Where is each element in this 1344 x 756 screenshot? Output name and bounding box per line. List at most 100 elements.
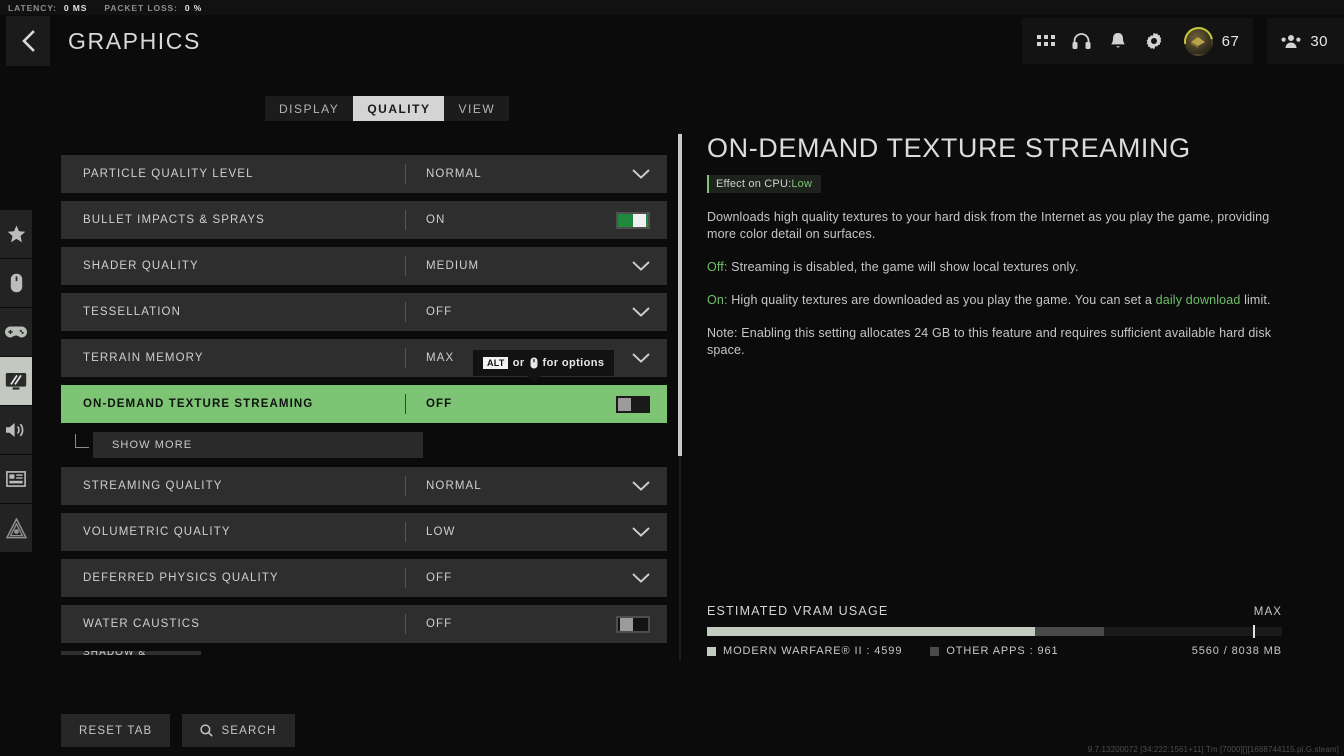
setting-value: OFF (426, 306, 453, 318)
on-text-a: High quality textures are downloaded as … (727, 293, 1156, 307)
chevron-left-icon (22, 30, 35, 52)
off-label: Off: (707, 260, 728, 274)
reset-tab-button[interactable]: RESET TAB (61, 714, 171, 747)
bell-icon[interactable] (1108, 31, 1128, 51)
rail-item-controller[interactable] (0, 308, 32, 356)
tooltip-conjunction: or (512, 357, 525, 369)
setting-value: OFF (426, 398, 453, 410)
gear-icon[interactable] (1144, 31, 1164, 51)
setting-value: NORMAL (426, 168, 482, 180)
setting-label: SHADOW & LIGHTING (61, 651, 201, 655)
accessibility-icon (5, 517, 27, 538)
alt-key-badge: ALT (483, 357, 508, 369)
legend-other-apps: OTHER APPS : 961 (930, 645, 1058, 657)
setting-row-water-caustics[interactable]: WATER CAUSTICS OFF (61, 605, 667, 643)
setting-label: ON-DEMAND TEXTURE STREAMING (83, 398, 314, 410)
back-button[interactable] (6, 16, 50, 66)
rail-item-graphics[interactable] (0, 357, 32, 405)
category-rail (0, 210, 32, 553)
setting-row-on-demand-texture-streaming[interactable]: ON-DEMAND TEXTURE STREAMING OFF (61, 385, 667, 423)
toggle-knob (618, 397, 631, 411)
party-cluster[interactable]: 30 (1267, 18, 1344, 64)
vram-segment-other-apps (1034, 627, 1104, 636)
on-text-b: limit. (1240, 293, 1271, 307)
mouse-icon (10, 273, 22, 293)
network-status-bar: LATENCY: 0 MS PACKET LOSS: 0 % (0, 0, 1344, 15)
setting-row-streaming-quality[interactable]: STREAMING QUALITY NORMAL (61, 467, 667, 505)
rail-item-controls-mouse[interactable] (0, 259, 32, 307)
chevron-down-icon[interactable] (632, 353, 650, 363)
setting-value: NORMAL (426, 480, 482, 492)
tab-quality[interactable]: QUALITY (353, 96, 445, 121)
setting-subrow-show-more: SHOW MORE (61, 431, 667, 459)
toggle-switch[interactable] (616, 615, 650, 633)
grid-icon[interactable] (1036, 31, 1056, 51)
detail-paragraph-note: Note: Enabling this setting allocates 24… (707, 326, 1272, 357)
tab-display[interactable]: DISPLAY (265, 96, 353, 121)
tab-view[interactable]: VIEW (444, 96, 509, 121)
setting-row-deferred-physics-quality[interactable]: DEFERRED PHYSICS QUALITY OFF (61, 559, 667, 597)
rail-item-favorites[interactable] (0, 210, 32, 258)
settings-scrollbar-thumb[interactable] (678, 134, 682, 456)
tooltip-arrow (527, 376, 541, 383)
setting-row-bullet-impacts-sprays[interactable]: BULLET IMPACTS & SPRAYS ON (61, 201, 667, 239)
toggle-switch[interactable] (616, 395, 650, 413)
vram-legend: MODERN WARFARE® II : 4599 OTHER APPS : 9… (707, 645, 1282, 657)
daily-download-link[interactable]: daily download (1156, 293, 1241, 307)
legend-game-label: MODERN WARFARE® II : 4599 (723, 645, 903, 657)
setting-label: SHADER QUALITY (83, 260, 199, 272)
gamepad-icon (5, 326, 27, 338)
toggle-switch[interactable] (616, 211, 650, 229)
detail-paragraph-on: On: High quality textures are downloaded… (707, 292, 1277, 309)
party-icon (1281, 31, 1301, 51)
setting-row-shadow-lighting[interactable]: SHADOW & LIGHTING (61, 651, 201, 655)
vram-max-label: MAX (1253, 606, 1282, 618)
rank-level-value: 67 (1221, 32, 1240, 50)
monitor-graphics-icon (5, 372, 27, 390)
setting-label: VOLUMETRIC QUALITY (83, 526, 231, 538)
chevron-down-icon[interactable] (632, 573, 650, 583)
packet-loss-label: PACKET LOSS: (104, 2, 178, 13)
setting-row-shader-quality[interactable]: SHADER QUALITY MEDIUM (61, 247, 667, 285)
bottom-action-bar: RESET TAB SEARCH (61, 714, 295, 747)
setting-value: ON (426, 214, 446, 226)
detail-paragraph-off: Off: Streaming is disabled, the game wil… (707, 259, 1277, 276)
setting-row-particle-quality-level[interactable]: PARTICLE QUALITY LEVEL NORMAL (61, 155, 667, 193)
rail-item-interface[interactable] (0, 455, 32, 503)
chevron-down-icon[interactable] (632, 169, 650, 179)
mouse-icon (530, 357, 538, 369)
cpu-effect-label: Effect on CPU: (716, 178, 792, 190)
latency-value: 0 MS (63, 2, 88, 13)
search-button[interactable]: SEARCH (182, 714, 295, 747)
cpu-effect-badge: Effect on CPU: Low (707, 175, 822, 193)
page-header: GRAPHICS 67 30 (0, 15, 1344, 67)
options-hint-tooltip: ALT or for options (473, 350, 615, 376)
chevron-down-icon[interactable] (632, 261, 650, 271)
setting-label: WATER CAUSTICS (83, 618, 200, 630)
headset-icon[interactable] (1072, 31, 1092, 51)
setting-label: TERRAIN MEMORY (83, 352, 204, 364)
setting-row-tessellation[interactable]: TESSELLATION OFF (61, 293, 667, 331)
search-icon (200, 724, 214, 737)
setting-label: PARTICLE QUALITY LEVEL (83, 168, 254, 180)
player-rank[interactable]: 67 (1177, 20, 1240, 62)
setting-value: OFF (426, 618, 453, 630)
chevron-down-icon[interactable] (632, 481, 650, 491)
vram-total-value: 5560 / 8038 MB (1191, 645, 1282, 657)
cpu-effect-value: Low (791, 178, 813, 190)
rail-item-audio[interactable] (0, 406, 32, 454)
chevron-down-icon[interactable] (632, 307, 650, 317)
setting-row-volumetric-quality[interactable]: VOLUMETRIC QUALITY LOW (61, 513, 667, 551)
vram-max-marker (1253, 625, 1256, 638)
packet-loss-value: 0 % (184, 2, 203, 13)
legend-swatch-other-icon (930, 646, 940, 656)
detail-title: ON-DEMAND TEXTURE STREAMING (707, 133, 1191, 163)
toggle-knob (633, 213, 646, 227)
show-more-button[interactable]: SHOW MORE (93, 432, 423, 458)
rail-item-accessibility[interactable] (0, 504, 32, 552)
setting-label: STREAMING QUALITY (83, 480, 223, 492)
toggle-knob (620, 617, 633, 631)
vram-header: ESTIMATED VRAM USAGE MAX (707, 604, 1282, 618)
legend-swatch-game-icon (707, 646, 716, 656)
chevron-down-icon[interactable] (632, 527, 650, 537)
